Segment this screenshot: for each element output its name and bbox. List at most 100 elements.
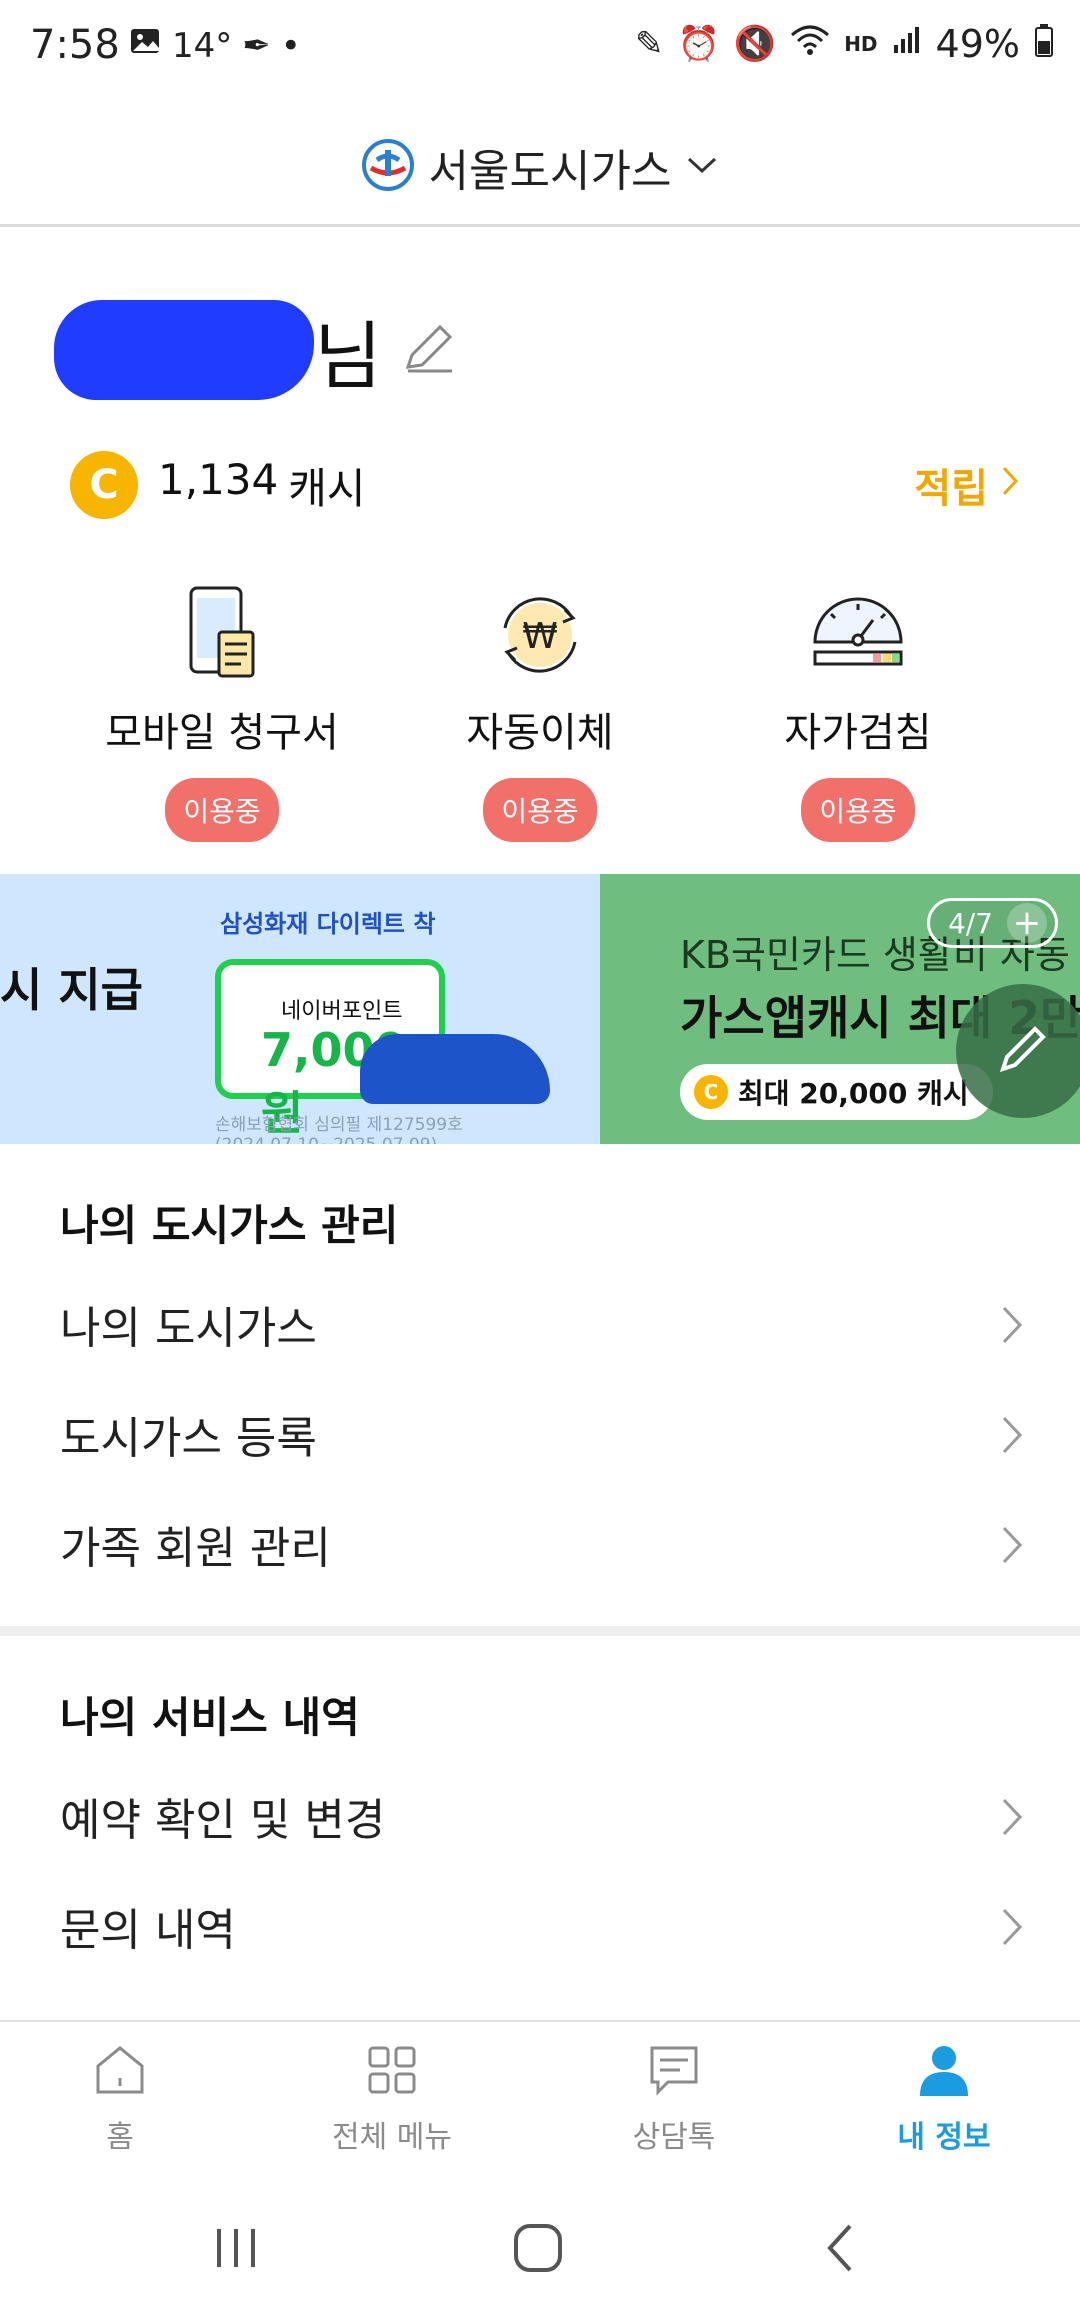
back-button[interactable] [790,2210,890,2290]
service-label: 자가검침 [784,710,932,756]
nav-chat[interactable]: 상담톡 [564,2040,784,2156]
section-title: 나의 도시가스 관리 [60,1201,399,1250]
nav-label: 전체 메뉴 [332,2120,452,2155]
section-title: 나의 서비스 내역 [60,1693,360,1742]
recent-apps-icon [211,2223,261,2277]
service-shortcuts: 모바일 청구서 이용중 ₩ 자동이체 이용중 자가검침 이용중 [0,580,1080,842]
banner-pill-text: 최대 20,000 캐시 [738,1077,969,1110]
list-item-gas-register[interactable]: 도시가스 등록 [0,1384,1080,1484]
home-icon [90,2040,150,2104]
list-label: 나의 도시가스 [60,1303,317,1354]
chevron-right-icon [1000,1906,1024,1952]
header-divider [0,224,1080,227]
system-navigation-bar [0,2180,1080,2316]
recent-apps-button[interactable] [186,2210,286,2290]
company-name: 서울도시가스 [428,146,672,197]
redacted-name [54,300,314,400]
status-badge: 이용중 [483,778,597,842]
list-item-family-members[interactable]: 가족 회원 관리 [0,1494,1080,1594]
gallery-icon [128,24,162,67]
chat-icon [644,2040,704,2104]
person-icon [914,2040,974,2104]
banner-left-text: 시 지급 [0,963,143,1017]
nav-label: 내 정보 [897,2120,991,2155]
pencil-icon [993,1019,1053,1083]
nav-label: 상담톡 [632,2120,716,2155]
list-item-reservation[interactable]: 예약 확인 및 변경 [0,1766,1080,1866]
pen-off-icon: ✎ [635,24,664,64]
home-button[interactable] [488,2210,588,2290]
battery-percent: 49% [935,22,1020,66]
pager-count: 4/7 [947,906,993,940]
cash-coin-icon: C [70,451,138,519]
list-item-inquiries[interactable]: 문의 내역 [0,1876,1080,1976]
chevron-down-icon [685,153,719,181]
status-left-icons: 14° ✒ • [128,24,301,67]
banner-cash-pill: C 최대 20,000 캐시 [680,1064,993,1120]
service-self-meter[interactable]: 자가검침 이용중 [708,580,1008,842]
promo-banner-samsung[interactable]: 시 지급 삼성화재 다이렉트 착 네이버포인트 7,000원 손해보험협회 심의… [0,874,600,1144]
alarm-icon: ⏰ [677,24,720,64]
battery-icon [1034,23,1054,66]
service-label: 모바일 청구서 [105,710,339,756]
status-badge: 이용중 [801,778,915,842]
meter-icon [803,580,913,690]
service-auto-transfer[interactable]: ₩ 자동이체 이용중 [390,580,690,842]
edit-pencil-icon[interactable] [400,319,458,381]
status-right-icons: ✎ ⏰ 🔇 HD 49% [635,22,1054,66]
back-arrow-icon [820,2220,860,2280]
chevron-right-icon [1000,1796,1024,1842]
name-suffix: 님 [314,313,383,400]
list-label: 예약 확인 및 변경 [60,1795,386,1846]
list-label: 문의 내역 [60,1905,236,1956]
nav-home[interactable]: 홈 [10,2040,230,2156]
chevron-right-icon [1000,1524,1024,1570]
floating-edit-button[interactable] [956,984,1080,1118]
chevron-right-icon [1000,1414,1024,1460]
banner-footnote: 손해보험협회 심의필 제127599호(2024.07.10~2025.07.0… [215,1115,463,1144]
wifi-icon [790,23,830,66]
promo-banner-carousel[interactable]: 시 지급 삼성화재 다이렉트 착 네이버포인트 7,000원 손해보험협회 심의… [0,874,1080,1144]
cash-coin-icon: C [694,1075,728,1109]
section-divider [0,1626,1080,1636]
chevron-right-icon [1000,462,1020,508]
service-label: 자동이체 [466,710,614,756]
nav-my-info[interactable]: 내 정보 [834,2040,1054,2156]
profile-name-row: 님 [54,290,458,410]
accumulate-button[interactable]: 적립 [914,456,1020,514]
status-time: 7:58 [30,22,120,68]
accumulate-label: 적립 [914,466,988,512]
nav-all-menu[interactable]: 전체 메뉴 [282,2040,502,2156]
svg-text:₩: ₩ [522,616,558,657]
home-circle-icon [510,2220,566,2280]
hd-voice-icon: HD [844,32,878,56]
banner-left-brand: 삼성화재 다이렉트 착 [220,910,436,938]
banner-pager[interactable]: 4/7 + [926,898,1058,948]
cash-amount: 1,134 [158,454,279,504]
list-label: 가족 회원 관리 [60,1523,331,1574]
header: 서울도시가스 [0,108,1080,226]
bottom-navigation: 홈 전체 메뉴 상담톡 내 정보 [0,2020,1080,2180]
grid-menu-icon [362,2040,422,2104]
service-mobile-bill[interactable]: 모바일 청구서 이용중 [72,580,372,842]
signal-icon [892,24,922,64]
section-gas-management: 나의 도시가스 관리 나의 도시가스 도시가스 등록 가족 회원 관리 [0,1144,1080,1624]
nav-label: 홈 [106,2120,134,2155]
mute-icon: 🔇 [733,24,777,64]
cash-unit: 캐시 [288,463,366,513]
section-service-history: 나의 서비스 내역 예약 확인 및 변경 문의 내역 [0,1636,1080,2020]
notification-dot-icon: • [280,25,301,66]
plus-icon[interactable]: + [1007,903,1047,943]
cash-balance: 1,134 캐시 [158,455,366,516]
chevron-right-icon [1000,1304,1024,1350]
status-temperature: 14° [172,25,233,66]
feather-icon: ✒ [242,25,271,66]
company-selector[interactable]: 서울도시가스 [361,135,720,199]
list-label: 도시가스 등록 [60,1413,317,1464]
company-logo-icon [361,138,415,196]
cash-row: C 1,134 캐시 적립 [70,450,1020,520]
status-bar: 7:58 14° ✒ • ✎ ⏰ 🔇 HD 49% [0,0,1080,100]
auto-transfer-icon: ₩ [485,580,595,690]
list-item-my-gas[interactable]: 나의 도시가스 [0,1274,1080,1374]
car-illustration [360,1034,550,1104]
